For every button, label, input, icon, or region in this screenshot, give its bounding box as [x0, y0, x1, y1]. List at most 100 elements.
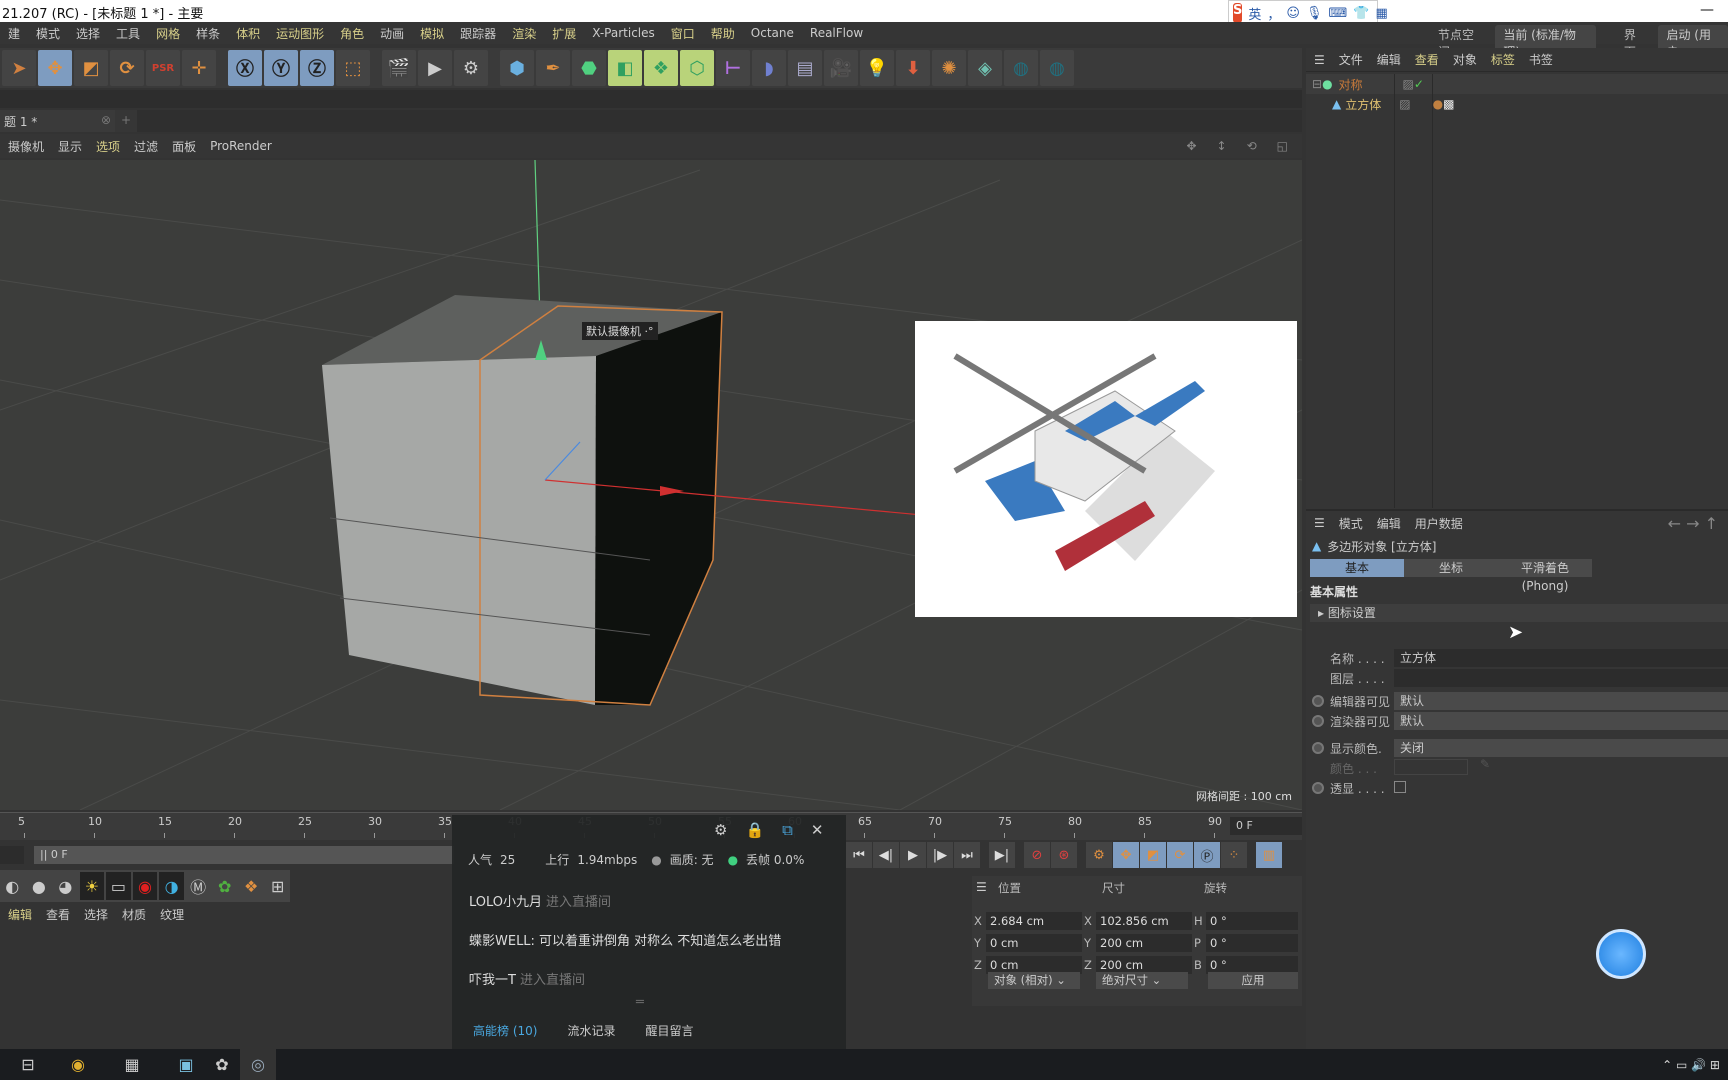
tab-super-chat[interactable]: 醒目留言: [645, 1022, 693, 1039]
object-manager-menu-item[interactable]: 对象: [1453, 51, 1477, 68]
record-icon[interactable]: ⊘: [1024, 842, 1050, 868]
timeline-icon[interactable]: ▥: [1256, 842, 1282, 868]
bend-deformer-icon[interactable]: ⊢: [716, 50, 750, 86]
keyboard-icon[interactable]: ⌨: [1328, 6, 1347, 21]
move-tool-icon[interactable]: ✥: [38, 50, 72, 86]
object-name[interactable]: 对称: [1339, 76, 1389, 93]
menu-item[interactable]: X-Particles: [592, 26, 655, 40]
octane-icon[interactable]: ◈: [968, 50, 1002, 86]
frame-start-field[interactable]: [0, 846, 24, 864]
pan-icon[interactable]: ✥: [1186, 139, 1196, 153]
transfer-tool-icon[interactable]: ✛: [182, 50, 216, 86]
key-scale-icon[interactable]: ◩: [1140, 842, 1166, 868]
close-icon[interactable]: ✕: [811, 821, 824, 839]
object-manager-menu-item[interactable]: 书签: [1529, 51, 1553, 68]
new-tab-button[interactable]: +: [115, 110, 137, 132]
hamburger-icon[interactable]: ☰: [1314, 53, 1325, 67]
play-icon[interactable]: ▶: [900, 842, 926, 868]
size-field[interactable]: 102.856 cm: [1096, 912, 1192, 930]
enabled-check-icon[interactable]: ✓: [1414, 77, 1424, 91]
area-light-icon[interactable]: ▭: [106, 872, 131, 900]
app-icon[interactable]: ▣: [168, 1049, 204, 1080]
xray-checkbox[interactable]: [1394, 781, 1406, 793]
drag-handle-icon[interactable]: ═: [636, 995, 644, 1010]
key-rotation-icon[interactable]: ⟳: [1167, 842, 1193, 868]
size-field[interactable]: 200 cm: [1096, 934, 1192, 952]
menu-item[interactable]: 扩展: [552, 25, 576, 42]
object-row-cube[interactable]: ▲ 立方体 ▨ ● ▩: [1306, 94, 1728, 114]
animate-icon[interactable]: [1312, 782, 1324, 794]
object-manager-menu-item[interactable]: 查看: [1415, 51, 1439, 68]
menu-item[interactable]: 角色: [340, 25, 364, 42]
z-axis-icon[interactable]: Ⓩ: [300, 50, 334, 86]
mograph-icon[interactable]: ⬡: [680, 50, 714, 86]
render-view-icon[interactable]: 🎬: [382, 50, 416, 86]
task-view-icon[interactable]: ⊟: [10, 1049, 46, 1080]
select-tool-icon[interactable]: ➤: [2, 50, 36, 86]
menu-item[interactable]: 窗口: [671, 25, 695, 42]
tab-records[interactable]: 流水记录: [567, 1022, 615, 1039]
menu-item[interactable]: Octane: [751, 26, 794, 40]
prev-key-icon[interactable]: ◀|: [873, 842, 899, 868]
frame-end-field[interactable]: 0 F: [1230, 817, 1302, 835]
chrome-icon[interactable]: ◉: [60, 1049, 96, 1080]
camera-icon[interactable]: ◉: [132, 872, 158, 900]
3d-viewport[interactable]: 默认摄像机 ·° x左键 网格间距 : 100 cm: [0, 160, 1302, 810]
cloner-icon[interactable]: ❖: [644, 50, 678, 86]
position-field[interactable]: 2.684 cm: [986, 912, 1082, 930]
emoji-icon[interactable]: ☺: [1286, 6, 1300, 21]
render-settings-icon[interactable]: ⚙: [454, 50, 488, 86]
floating-assistant-button[interactable]: [1596, 929, 1646, 979]
object-row-symmetry[interactable]: ⊟ ● 对称 ▨ ✓: [1306, 74, 1728, 94]
tab-phong[interactable]: 平滑着色(Phong): [1498, 559, 1592, 593]
material-tag-icon[interactable]: ●: [1433, 97, 1443, 111]
attr-menu-mode[interactable]: 模式: [1339, 515, 1363, 532]
nav-arrows-icon[interactable]: ← → ↑: [1668, 514, 1718, 533]
explosion-icon[interactable]: ✺: [932, 50, 966, 86]
microphone-icon[interactable]: 🎙: [1306, 6, 1323, 21]
attr-menu-edit[interactable]: 编辑: [1377, 515, 1401, 532]
coordinate-mode-dropdown[interactable]: 对象 (相对) ⌄: [988, 972, 1080, 989]
menu-item[interactable]: 选择: [76, 25, 100, 42]
material-menu-item[interactable]: 材质: [122, 906, 146, 924]
editor-visible-dropdown[interactable]: 默认: [1394, 692, 1728, 710]
key-param-icon[interactable]: Ⓟ: [1194, 842, 1220, 868]
y-axis-icon[interactable]: Ⓨ: [264, 50, 298, 86]
frame-slider[interactable]: || 0 F: [34, 846, 454, 864]
animate-icon[interactable]: [1312, 742, 1324, 754]
next-key-icon[interactable]: |▶: [927, 842, 953, 868]
calculator-icon[interactable]: ▦: [114, 1049, 150, 1080]
icon-settings-group[interactable]: ▸ 图标设置: [1310, 604, 1728, 622]
subdivision-icon[interactable]: ⬣: [572, 50, 606, 86]
zoom-icon[interactable]: ↕: [1217, 139, 1227, 153]
cubes-icon[interactable]: ❖: [239, 872, 264, 900]
floor-icon[interactable]: ▤: [788, 50, 822, 86]
material-icon[interactable]: ◐: [0, 872, 25, 900]
contrast-icon[interactable]: ◑: [159, 872, 184, 900]
camera-icon[interactable]: 🎥: [824, 50, 858, 86]
cube-icon[interactable]: ⬢: [500, 50, 534, 86]
menu-item[interactable]: 运动图形: [276, 25, 324, 42]
rotation-field[interactable]: 0 °: [1206, 912, 1298, 930]
position-field[interactable]: 0 cm: [986, 934, 1082, 952]
realflow-icon-2[interactable]: ◍: [1040, 50, 1074, 86]
settings-app-icon[interactable]: ✿: [204, 1049, 240, 1080]
light-icon[interactable]: 💡: [860, 50, 894, 86]
material-menu-item[interactable]: 编辑: [8, 906, 32, 924]
extrude-icon[interactable]: ◧: [608, 50, 642, 86]
psr-tool-icon[interactable]: PSR: [146, 50, 180, 86]
material-menu-item[interactable]: 选择: [84, 906, 108, 924]
field-icon[interactable]: ◗: [752, 50, 786, 86]
color-swatch[interactable]: [1394, 759, 1468, 775]
layer-input[interactable]: [1394, 669, 1728, 687]
menu-item[interactable]: RealFlow: [810, 26, 863, 40]
ime-language[interactable]: 英: [1248, 4, 1261, 23]
go-to-end-icon[interactable]: ⏭: [954, 842, 980, 868]
menu-item[interactable]: 帮助: [711, 25, 735, 42]
gear-green-icon[interactable]: ✿: [212, 872, 237, 900]
orbit-icon[interactable]: ⟲: [1247, 139, 1257, 153]
menu-item[interactable]: 工具: [116, 25, 140, 42]
edit-visibility-icon[interactable]: ▨: [1403, 77, 1414, 91]
tab-coordinates[interactable]: 坐标: [1404, 559, 1498, 577]
animate-icon[interactable]: [1312, 695, 1324, 707]
